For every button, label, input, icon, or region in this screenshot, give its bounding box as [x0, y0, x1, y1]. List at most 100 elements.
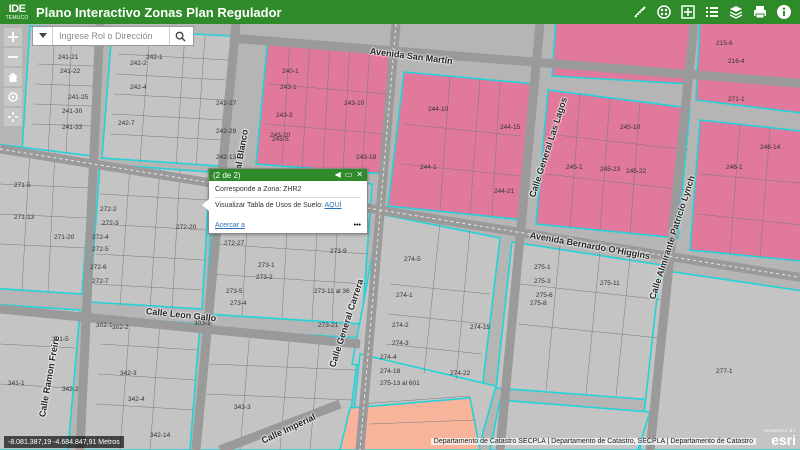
parcel-label: 341-1: [8, 380, 25, 387]
logo-main-text: IDE: [8, 2, 26, 15]
about-icon[interactable]: [774, 2, 794, 22]
parcel-label: 273-2: [256, 274, 273, 281]
zoom-in-icon: [8, 32, 18, 42]
search-icon: [175, 31, 186, 42]
popup-divider: [215, 197, 361, 198]
search-source-dropdown[interactable]: [33, 27, 53, 45]
parcel-label: 241-22: [60, 68, 81, 75]
parcel-label: 242-4: [130, 84, 147, 91]
zone-label: Corresponde a Zona:: [215, 186, 282, 193]
parcel-label: 271-5: [14, 182, 31, 189]
measure-icon[interactable]: [630, 2, 650, 22]
table-link[interactable]: AQUÍ: [324, 202, 341, 209]
search-button[interactable]: [169, 27, 191, 45]
parcel-label: 241-30: [62, 108, 83, 115]
zone-row: Corresponde a Zona: ZHR2: [215, 186, 361, 193]
popup-nav: ◀ ▭ ✕: [335, 170, 363, 180]
home-button[interactable]: [4, 68, 22, 86]
parcel-label: 275-3: [534, 278, 551, 285]
parcel-label: 274-4: [380, 354, 397, 361]
parcel-label: 244-15: [500, 124, 521, 131]
app-header: IDE TEMUCO Plano Interactivo Zonas Plan …: [0, 0, 800, 24]
parcel-label: 243-10: [344, 100, 365, 107]
parcel-label: 245-1: [566, 164, 583, 171]
parcel-label: 242-29: [216, 128, 237, 135]
parcel-label: 241-33: [62, 124, 83, 131]
parcel-label: 274-22: [450, 370, 471, 377]
esri-brand-text: esri: [771, 432, 796, 448]
ide-logo: IDE TEMUCO: [5, 2, 29, 22]
parcel-label: 275-1: [534, 264, 551, 271]
parcel-label: 246-1: [726, 164, 743, 171]
zoom-out-icon: [8, 56, 18, 58]
zone-value: ZHR2: [283, 186, 302, 193]
parcel-label: 241-25: [68, 94, 89, 101]
parcel-label: 343-3: [234, 404, 251, 411]
parcel-label: 275-6: [536, 292, 553, 299]
parcel-label: 273-21: [318, 322, 339, 329]
header-toolbar: [630, 2, 794, 22]
popup-header: (2 de 2) ◀ ▭ ✕: [209, 169, 367, 181]
parcel-label: 277-1: [716, 368, 733, 375]
layer-list-icon[interactable]: [702, 2, 722, 22]
feature-popup: (2 de 2) ◀ ▭ ✕ Corresponde a Zona: ZHR2 …: [202, 168, 368, 234]
parcel-label: 272-20: [176, 224, 197, 231]
parcel-label: 245-10: [620, 124, 641, 131]
parcel-label: 274-15: [470, 324, 491, 331]
parcel-label: 275-8: [530, 300, 547, 307]
parcel-label: 242-2: [130, 60, 147, 67]
print-icon[interactable]: [750, 2, 770, 22]
parcel-label: 244-21: [494, 188, 515, 195]
layers-icon[interactable]: [726, 2, 746, 22]
parcel-label: 274-3: [392, 340, 409, 347]
parcel-label: 243-18: [356, 154, 377, 161]
legend-icon[interactable]: [678, 2, 698, 22]
parcel-label: 303-1: [194, 320, 211, 327]
parcel-label: 342-14: [150, 432, 171, 439]
map-view[interactable]: Avenida San Martín Calle General Las Lag…: [0, 24, 800, 450]
esri-logo: POWERED BY esri: [764, 428, 796, 447]
popup-footer: Acercar a •••: [215, 222, 361, 229]
maximize-icon[interactable]: ▭: [345, 170, 353, 180]
parcel-label: 245-23: [600, 166, 621, 173]
parcel-label: 275-11: [600, 280, 620, 287]
crosshair-icon: [8, 112, 18, 122]
parcel-label: 342-4: [128, 396, 145, 403]
parcel-label: 273-11 al 36: [314, 288, 350, 295]
parcel-label: 241-21: [58, 54, 79, 61]
table-row: Visualizar Tabla de Usos de Suelo: AQUÍ: [215, 202, 361, 209]
parcel-label: 246-14: [760, 144, 781, 151]
locate-button[interactable]: [4, 88, 22, 106]
zoom-in-button[interactable]: [4, 28, 22, 46]
parcel-label: 342-3: [120, 370, 137, 377]
previous-feature-icon[interactable]: ◀: [335, 170, 341, 180]
search-input[interactable]: [53, 27, 169, 45]
zoom-to-link[interactable]: Acercar a: [215, 222, 245, 229]
parcel-label: 244-10: [428, 106, 449, 113]
parcel-label: 244-1: [420, 164, 437, 171]
parcel-label: 342-2: [62, 386, 79, 393]
parcel-label: 273-1: [258, 262, 275, 269]
parcel-label: 216-4: [728, 58, 745, 65]
parcel-label: 275-13 al 601: [380, 380, 420, 387]
basemap-gallery-icon[interactable]: [654, 2, 674, 22]
more-actions-button[interactable]: •••: [354, 222, 361, 229]
parcel-label: 271-1: [728, 96, 745, 103]
parcel-label: 243-1: [280, 84, 297, 91]
logo-sub-text: TEMUCO: [5, 14, 29, 21]
parcel-label: 273-5: [226, 288, 243, 295]
popup-pointer: [202, 199, 209, 211]
parcel-label: 242-27: [216, 100, 237, 107]
parcel-label: 272-4: [92, 234, 109, 241]
table-label: Visualizar Tabla de Usos de Suelo:: [215, 202, 323, 209]
parcel-label: 274-18: [380, 368, 401, 375]
zoom-out-button[interactable]: [4, 48, 22, 66]
parcel-label: 301-5: [52, 336, 69, 343]
parcel-label: 273-4: [230, 300, 247, 307]
parcel-label: 272-27: [224, 240, 245, 247]
parcel-label: 240-1: [282, 68, 299, 75]
crosshair-button[interactable]: [4, 108, 22, 126]
parcel-label: 274-1: [396, 292, 413, 299]
parcel-label: 274-5: [404, 256, 421, 263]
close-icon[interactable]: ✕: [356, 170, 363, 180]
